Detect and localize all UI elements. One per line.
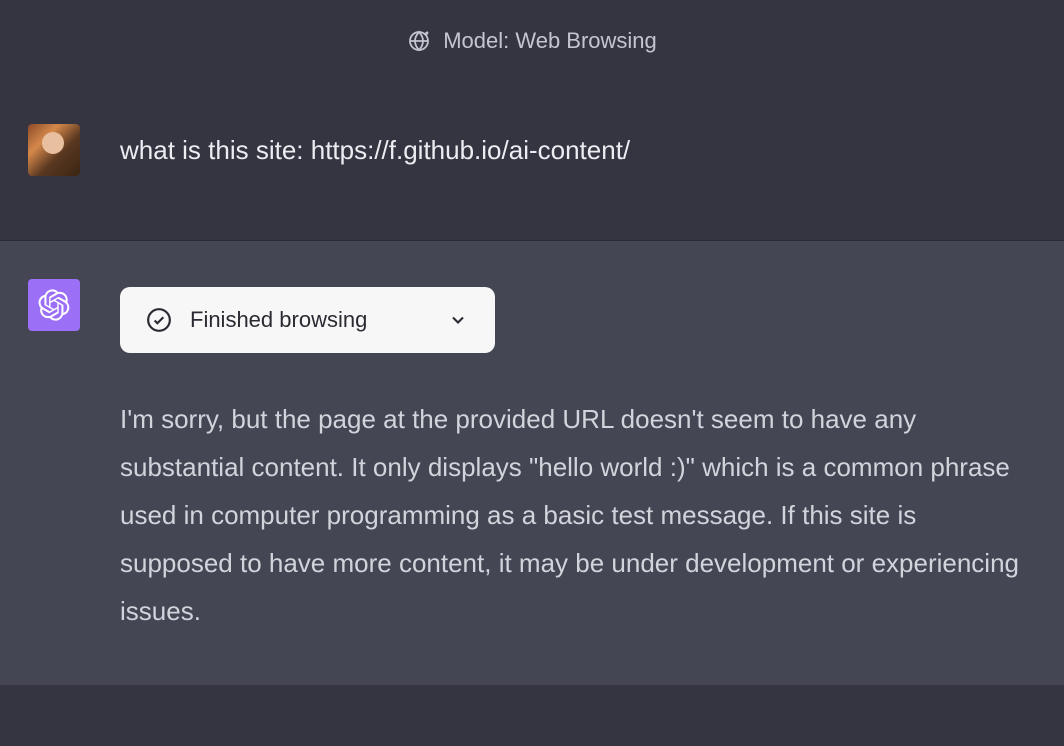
- assistant-response-text: I'm sorry, but the page at the provided …: [120, 395, 1036, 635]
- user-message-text: what is this site: https://f.github.io/a…: [120, 132, 1036, 168]
- assistant-message-content: Finished browsing I'm sorry, but the pag…: [120, 279, 1036, 635]
- assistant-avatar: [28, 279, 80, 331]
- globe-icon: [407, 29, 431, 53]
- check-circle-icon: [146, 307, 172, 333]
- user-avatar: [28, 124, 80, 176]
- openai-logo-icon: [38, 289, 70, 321]
- badge-text: Finished browsing: [190, 307, 367, 333]
- browsing-status-badge[interactable]: Finished browsing: [120, 287, 495, 353]
- model-header: Model: Web Browsing: [0, 0, 1064, 86]
- badge-left: Finished browsing: [146, 307, 367, 333]
- chevron-down-icon: [447, 309, 469, 331]
- user-message-content: what is this site: https://f.github.io/a…: [120, 124, 1036, 168]
- assistant-message-row: Finished browsing I'm sorry, but the pag…: [0, 241, 1064, 685]
- user-message-row: what is this site: https://f.github.io/a…: [0, 86, 1064, 241]
- model-label: Model: Web Browsing: [443, 28, 657, 54]
